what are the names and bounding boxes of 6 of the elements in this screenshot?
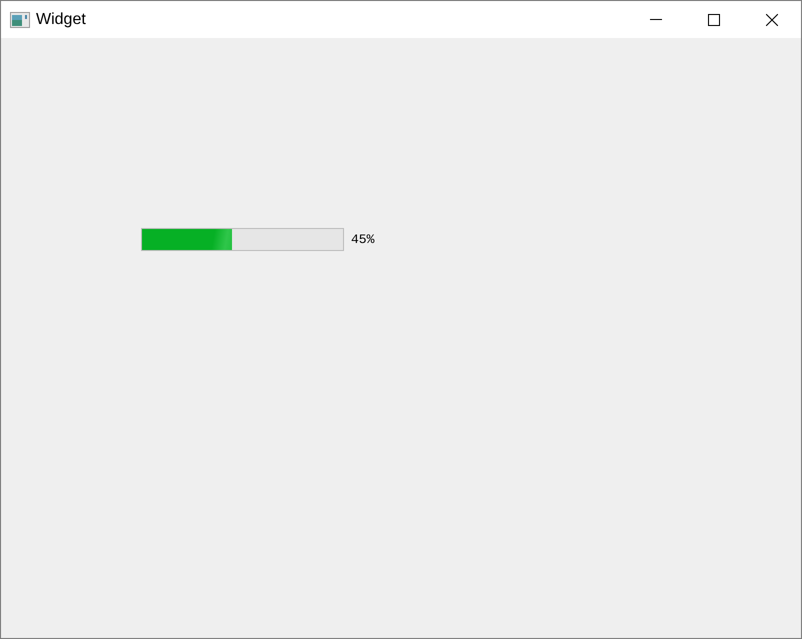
progress-percentage: 45%	[351, 232, 374, 247]
maximize-icon	[708, 14, 720, 26]
window-title: Widget	[36, 10, 86, 28]
close-icon	[766, 14, 778, 26]
app-window-icon	[10, 12, 30, 28]
minimize-icon	[650, 19, 662, 20]
